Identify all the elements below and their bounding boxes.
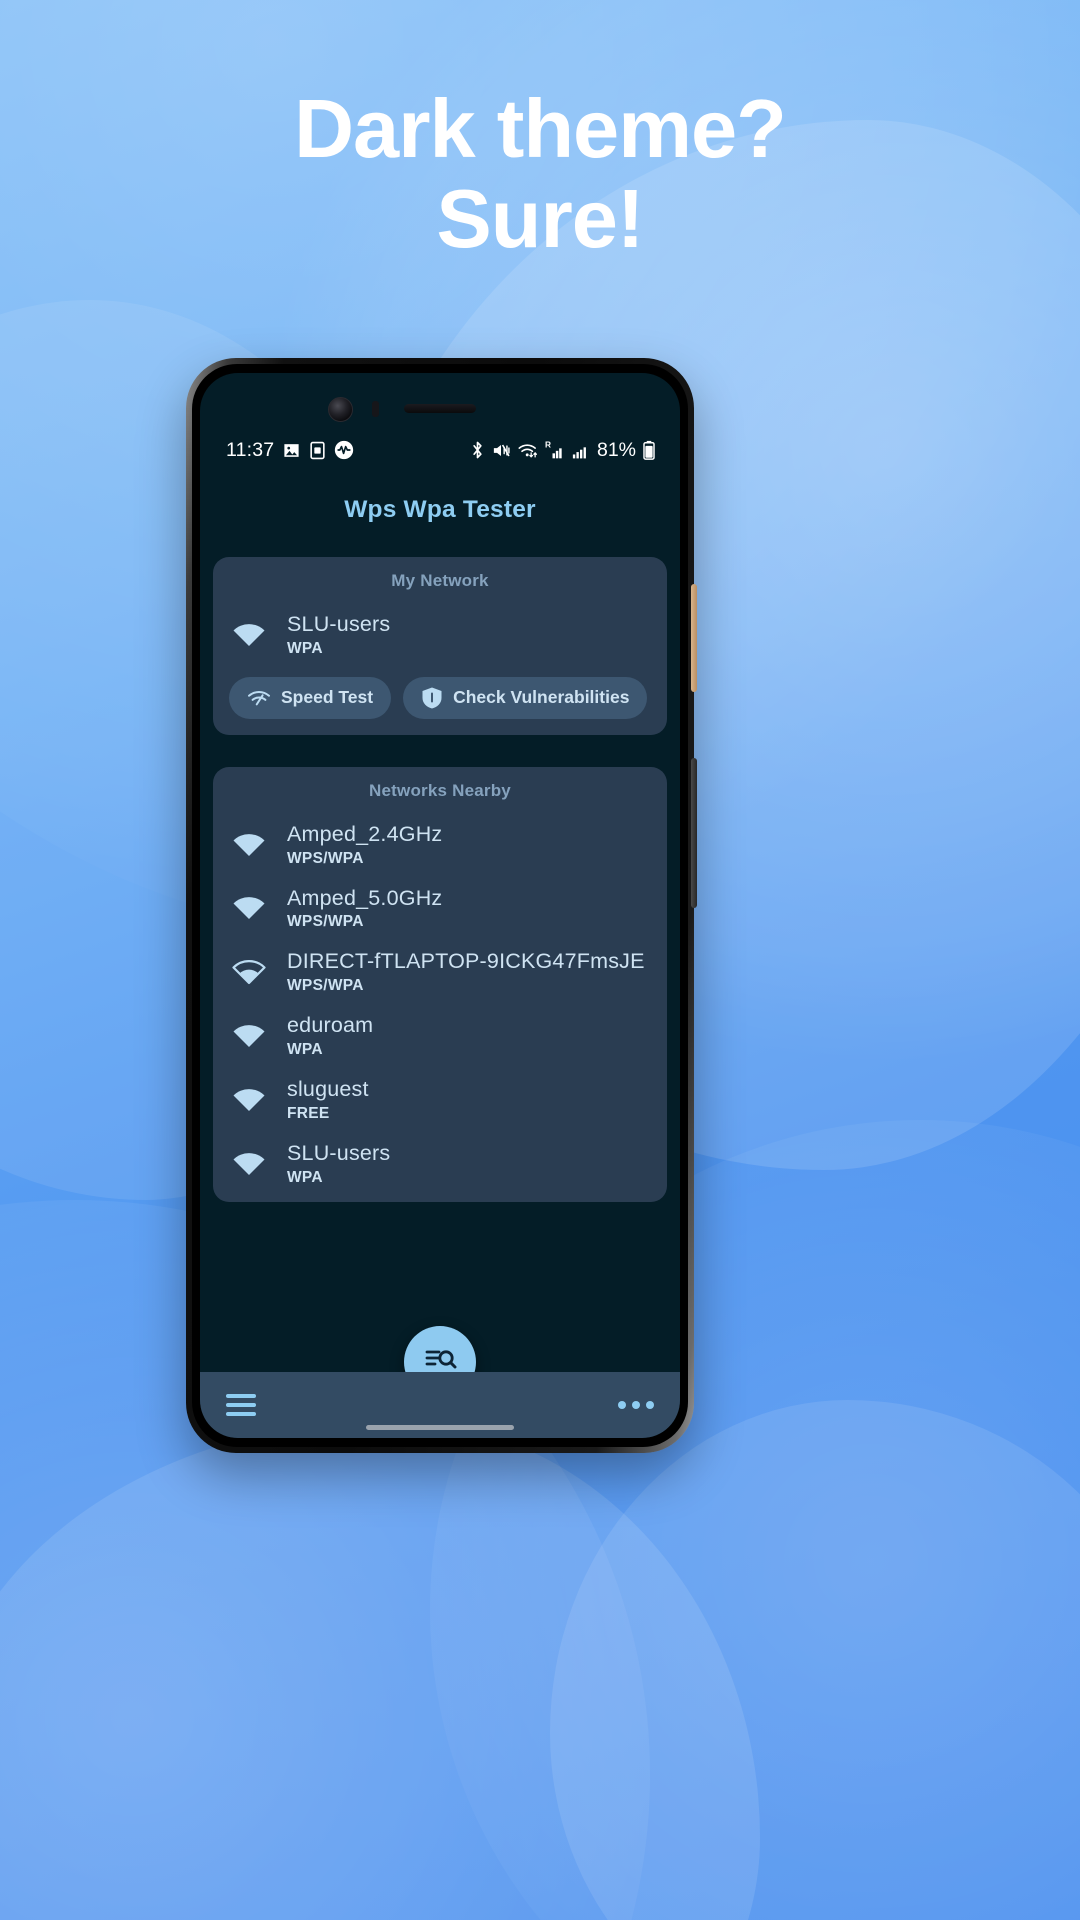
my-network-security: WPA	[287, 639, 323, 657]
phone-screen: 11:37 R 81% Wps Wpa Tester My Network SL…	[200, 373, 680, 1438]
networks-nearby-title: Networks Nearby	[369, 780, 511, 800]
my-network-ssid: SLU-users	[287, 612, 391, 636]
speed-test-label: Speed Test	[281, 687, 374, 708]
network-item-text: Amped_5.0GHz WPS/WPA	[287, 886, 651, 932]
battery-percent-label: 81%	[596, 438, 636, 461]
earpiece-speaker	[404, 404, 476, 413]
status-clock: 11:37	[226, 438, 275, 461]
bluetooth-icon	[473, 441, 482, 459]
network-list-item[interactable]: sluguest FREE	[213, 1068, 667, 1132]
status-bar-right: R 81%	[470, 439, 656, 462]
image-icon	[284, 443, 299, 457]
app-title: Wps Wpa Tester	[344, 496, 536, 523]
overflow-menu-icon[interactable]	[618, 1401, 654, 1409]
promo-headline: Dark theme? Sure!	[0, 84, 1080, 263]
network-list-item[interactable]: Amped_2.4GHz WPS/WPA	[213, 813, 667, 877]
shield-icon	[421, 686, 443, 710]
network-ssid: DIRECT-fTLAPTOP-9ICKG47FmsJE	[287, 949, 645, 974]
front-camera-icon	[328, 397, 353, 422]
wifi-signal-icon	[229, 1085, 269, 1115]
power-button[interactable]	[691, 584, 697, 692]
app-content: My Network SLU-users WPA Speed Test Chec…	[200, 545, 680, 1372]
network-security: WPS/WPA	[287, 977, 364, 995]
networks-nearby-card: Networks Nearby Amped_2.4GHz WPS/WPA Amp…	[213, 766, 667, 1202]
my-network-actions: Speed Test Check Vulnerabilities	[213, 667, 667, 721]
network-ssid: SLU-users	[287, 1140, 391, 1165]
app-bar: Wps Wpa Tester	[200, 475, 680, 545]
phone-top-bezel	[200, 373, 680, 425]
headline-line-1: Dark theme?	[294, 82, 787, 175]
svg-text:R: R	[545, 440, 551, 450]
networks-nearby-list: Amped_2.4GHz WPS/WPA Amped_5.0GHz WPS/WP…	[213, 813, 667, 1202]
sim-card-icon	[310, 441, 325, 459]
my-network-card: My Network SLU-users WPA Speed Test Chec…	[213, 557, 667, 735]
roaming-signal-icon: R	[545, 440, 562, 459]
network-list-item[interactable]: eduroam WPA	[213, 1004, 667, 1068]
cellular-signal-icon	[572, 446, 586, 458]
check-vulnerabilities-button[interactable]: Check Vulnerabilities	[403, 676, 648, 719]
my-network-row[interactable]: SLU-users WPA	[213, 603, 667, 667]
my-network-text: SLU-users WPA	[287, 612, 651, 658]
status-bar-left: 11:37	[226, 439, 354, 462]
network-item-text: DIRECT-fTLAPTOP-9ICKG47FmsJE WPS/WPA	[287, 949, 651, 995]
network-ssid: sluguest	[287, 1076, 369, 1101]
search-list-icon	[423, 1344, 457, 1373]
hamburger-menu-icon[interactable]	[226, 1394, 256, 1416]
network-item-text: sluguest FREE	[287, 1077, 651, 1123]
network-item-text: Amped_2.4GHz WPS/WPA	[287, 822, 651, 868]
gesture-navigation-bar[interactable]	[366, 1425, 514, 1430]
wifi-signal-icon	[229, 830, 269, 860]
scan-networks-fab[interactable]	[404, 1326, 476, 1372]
network-list-item[interactable]: Amped_5.0GHz WPS/WPA	[213, 877, 667, 941]
check-vulnerabilities-label: Check Vulnerabilities	[453, 687, 630, 708]
network-security: WPA	[287, 1040, 323, 1058]
status-bar: 11:37 R 81%	[200, 425, 680, 475]
network-security: FREE	[287, 1104, 330, 1122]
proximity-sensor-icon	[372, 401, 379, 417]
volume-button[interactable]	[691, 758, 697, 908]
phone-bezel: 11:37 R 81% Wps Wpa Tester My Network SL…	[192, 364, 688, 1447]
network-security: WPS/WPA	[287, 849, 364, 867]
phone-mockup: 11:37 R 81% Wps Wpa Tester My Network SL…	[186, 358, 697, 1453]
speedometer-icon	[247, 688, 271, 708]
network-security: WPA	[287, 1168, 323, 1186]
vibrate-mute-icon	[493, 444, 510, 456]
wifi-signal-icon	[229, 1021, 269, 1051]
network-ssid: Amped_5.0GHz	[287, 885, 443, 910]
network-security: WPS/WPA	[287, 913, 364, 931]
my-network-title: My Network	[391, 571, 489, 590]
network-list-item[interactable]: DIRECT-fTLAPTOP-9ICKG47FmsJE WPS/WPA	[213, 940, 667, 1004]
battery-icon	[643, 440, 655, 460]
network-item-text: eduroam WPA	[287, 1013, 651, 1059]
network-ssid: Amped_2.4GHz	[287, 821, 443, 846]
wifi-signal-icon-partial	[229, 957, 269, 987]
wifi-signal-icon	[229, 893, 269, 923]
network-list-item[interactable]: SLU-users WPA	[213, 1132, 667, 1196]
speed-test-button[interactable]: Speed Test	[229, 676, 392, 719]
network-item-text: SLU-users WPA	[287, 1141, 651, 1187]
wifi-signal-icon	[229, 620, 269, 650]
headline-line-2: Sure!	[436, 171, 644, 265]
network-ssid: eduroam	[287, 1013, 374, 1038]
wifi-signal-icon	[229, 1149, 269, 1179]
wifi-data-icon	[518, 443, 537, 457]
audio-wave-icon	[335, 440, 354, 460]
